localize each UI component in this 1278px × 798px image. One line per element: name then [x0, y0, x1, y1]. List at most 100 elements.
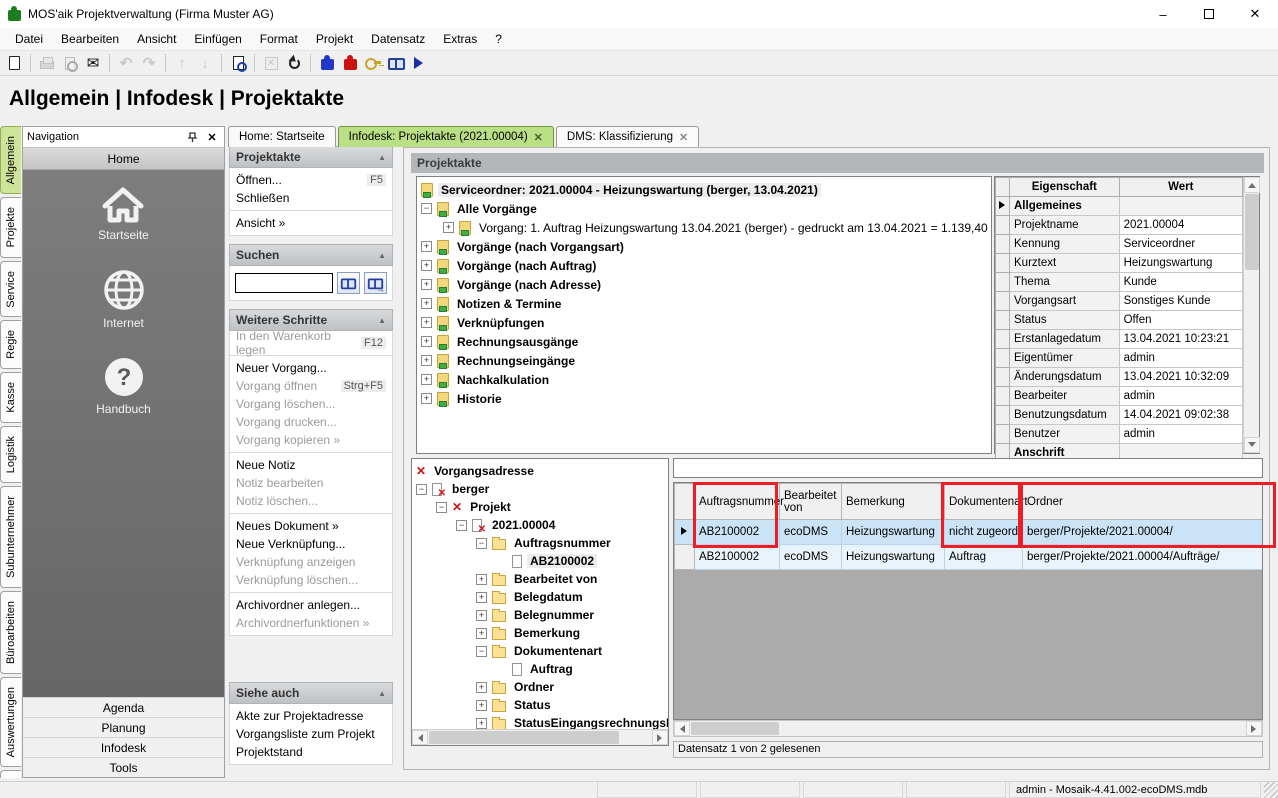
tree-row[interactable]: Serviceordner: 2021.00004 - Heizungswart… [417, 180, 991, 199]
table-hscrollbar[interactable] [673, 720, 1263, 737]
property-name[interactable]: Kennung [1010, 235, 1120, 254]
expand-icon[interactable]: + [421, 298, 432, 309]
sidebar-tab-auswertungen[interactable]: Auswertungen [0, 677, 21, 767]
collapse-icon[interactable]: − [476, 646, 487, 657]
expand-icon[interactable]: + [421, 374, 432, 385]
property-name[interactable]: Benutzungsdatum [1010, 406, 1120, 425]
property-value[interactable] [1119, 197, 1242, 216]
collapse-icon[interactable]: ▲ [378, 689, 386, 698]
nav-shortcut-internet[interactable]: Internet [102, 268, 146, 330]
property-name[interactable]: Vorgangsart [1010, 292, 1120, 311]
expand-icon[interactable]: + [476, 610, 487, 621]
table-cell[interactable]: berger/Projekte/2021.00004/ [1023, 520, 1264, 545]
property-row[interactable]: Benutzungsdatum14.04.2021 09:02:38 [996, 406, 1243, 425]
expand-icon[interactable]: + [476, 718, 487, 729]
col-header-bemerkung[interactable]: Bemerkung [842, 484, 945, 520]
property-value[interactable]: 13.04.2021 10:23:21 [1119, 330, 1242, 349]
command-group-header[interactable]: Projektakte▲ [229, 146, 393, 168]
tab-close-icon[interactable]: ✕ [534, 131, 543, 144]
property-value[interactable]: Heizungswartung [1119, 254, 1242, 273]
property-value[interactable]: 2021.00004 [1119, 216, 1242, 235]
nav-group-planung[interactable]: Planung [23, 717, 224, 737]
tree-hscrollbar[interactable] [412, 729, 668, 745]
tree-row[interactable]: +Vorgänge (nach Vorgangsart) [417, 237, 991, 256]
property-name[interactable]: Änderungsdatum [1010, 368, 1120, 387]
tree-row[interactable]: Auftrag [412, 660, 668, 678]
command-item[interactable]: Vorgangsliste zum Projekt [230, 725, 392, 743]
close-button[interactable]: ✕ [1232, 0, 1278, 28]
scrollbar-thumb[interactable] [691, 722, 779, 735]
nav-group-header[interactable]: Home [23, 148, 224, 170]
tab-dms[interactable]: DMS: Klassifizierung✕ [556, 126, 699, 147]
tree-row[interactable]: +Verknüpfungen [417, 313, 991, 332]
collapse-icon[interactable]: − [421, 203, 432, 214]
tree-row[interactable]: +Bearbeitet von [412, 570, 668, 588]
scrollbar-thumb[interactable] [1245, 194, 1259, 270]
tree-row[interactable]: +StatusEingangsrechnungsI [412, 714, 668, 729]
menu-item[interactable]: Einfügen [185, 29, 250, 49]
property-value[interactable]: admin [1119, 349, 1242, 368]
table-cell[interactable]: Auftrag [945, 545, 1023, 570]
collapse-icon[interactable]: ▲ [378, 153, 386, 162]
collapse-icon[interactable]: ▲ [378, 251, 386, 260]
table-cell[interactable]: AB2100002 [695, 520, 780, 545]
property-row[interactable]: Projektname2021.00004 [996, 216, 1243, 235]
nav-shortcut-handbuch[interactable]: ?Handbuch [96, 356, 151, 416]
table-row[interactable]: AB2100002ecoDMSHeizungswartungnicht zuge… [675, 520, 1264, 545]
nav-group-infodesk[interactable]: Infodesk [23, 737, 224, 757]
property-value[interactable]: Serviceordner [1119, 235, 1242, 254]
tree-row[interactable]: −Auftragsnummer [412, 534, 668, 552]
property-row[interactable]: KennungServiceordner [996, 235, 1243, 254]
tree-row[interactable]: +Vorgang: 1. Auftrag Heizungswartung 13.… [417, 218, 991, 237]
tree-row[interactable]: −berger [412, 480, 668, 498]
search-input[interactable] [235, 273, 333, 293]
tree-row[interactable]: +Vorgänge (nach Adresse) [417, 275, 991, 294]
refresh-icon[interactable] [284, 53, 304, 73]
close-panel-icon[interactable]: ✕ [204, 131, 220, 144]
tree-row[interactable]: +Historie [417, 389, 991, 408]
property-row[interactable]: Eigentümeradmin [996, 349, 1243, 368]
command-item[interactable]: Neue Notiz [230, 456, 392, 474]
sidebar-tab-projekte[interactable]: Projekte [0, 197, 21, 257]
expand-icon[interactable]: + [421, 355, 432, 366]
props-col-wert[interactable]: Wert [1119, 178, 1242, 197]
sidebar-tab-allgemein[interactable]: Allgemein [0, 126, 21, 194]
search-binoculars-button[interactable] [337, 272, 360, 294]
property-value[interactable]: Kunde [1119, 273, 1242, 292]
expand-icon[interactable]: + [476, 592, 487, 603]
command-item[interactable]: Schließen [230, 189, 392, 207]
mail-icon[interactable]: ✉ [83, 53, 103, 73]
row-selector[interactable] [675, 545, 695, 570]
property-row[interactable]: Benutzeradmin [996, 425, 1243, 444]
props-col-eigenschaft[interactable]: Eigenschaft [1010, 178, 1120, 197]
property-name[interactable]: Eigentümer [1010, 349, 1120, 368]
expand-icon[interactable]: + [421, 336, 432, 347]
menu-item[interactable]: Datei [6, 29, 52, 49]
table-cell[interactable]: nicht zugeordnet [945, 520, 1023, 545]
binoculars-icon[interactable] [386, 53, 406, 73]
menu-item[interactable]: Datensatz [362, 29, 434, 49]
collapse-icon[interactable]: ▲ [378, 316, 386, 325]
minimize-button[interactable]: – [1140, 0, 1186, 28]
nav-shortcut-startseite[interactable]: Startseite [98, 186, 149, 242]
property-row[interactable]: KurztextHeizungswartung [996, 254, 1243, 273]
collapse-icon[interactable]: − [416, 484, 427, 495]
property-value[interactable]: Offen [1119, 311, 1242, 330]
command-item[interactable]: Neue Verknüpfung... [230, 535, 392, 553]
tree-row[interactable]: +Nachkalkulation [417, 370, 991, 389]
tab-infodesk[interactable]: Infodesk: Projektakte (2021.00004)✕ [338, 126, 554, 147]
property-value[interactable]: 13.04.2021 10:32:09 [1119, 368, 1242, 387]
resize-grip-icon[interactable] [1264, 782, 1278, 798]
tree-row[interactable]: +Vorgänge (nach Auftrag) [417, 256, 991, 275]
col-header-dokumentenart[interactable]: Dokumentenart [945, 484, 1023, 520]
expand-icon[interactable]: + [421, 393, 432, 404]
puzzle-blue-icon[interactable] [317, 53, 337, 73]
expand-icon[interactable]: + [421, 260, 432, 271]
menu-item[interactable]: Extras [434, 29, 486, 49]
command-item[interactable]: Akte zur Projektadresse [230, 707, 392, 725]
scrollbar-thumb[interactable] [429, 731, 619, 744]
scroll-up-icon[interactable] [1244, 177, 1260, 193]
table-cell[interactable]: ecoDMS [780, 545, 842, 570]
expand-icon[interactable]: + [476, 700, 487, 711]
sidebar-tab-büroarbeiten[interactable]: Büroarbeiten [0, 591, 21, 674]
